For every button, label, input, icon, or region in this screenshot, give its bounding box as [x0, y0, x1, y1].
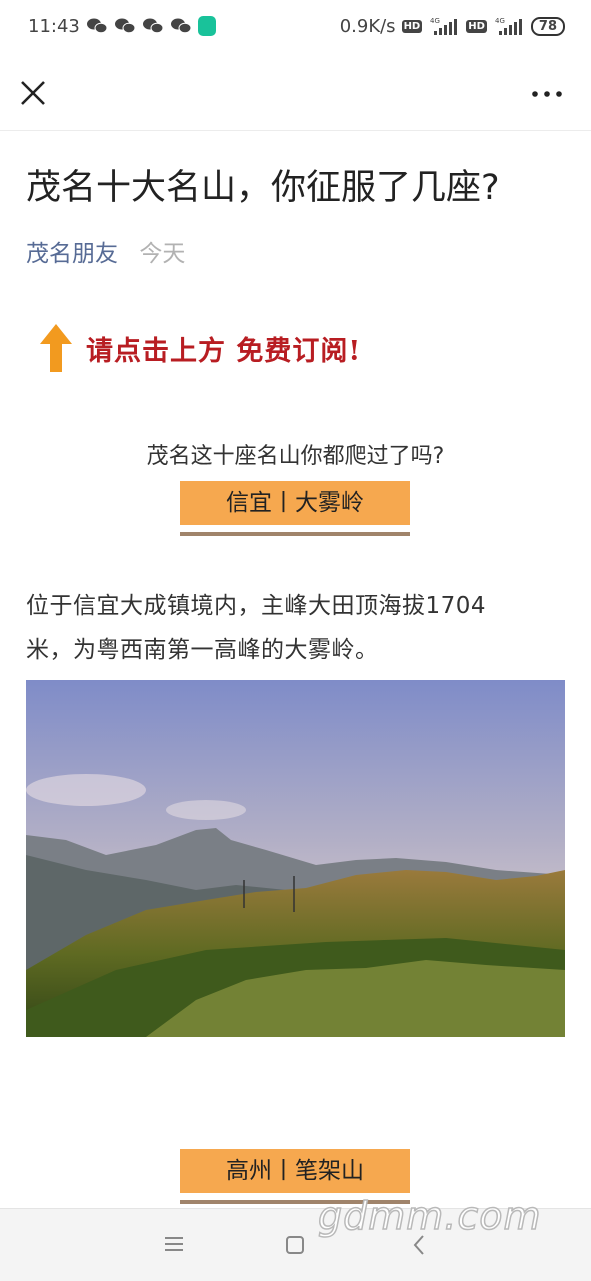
wechat-icon — [86, 18, 108, 34]
svg-text:4G: 4G — [495, 17, 505, 25]
wechat-icon — [142, 18, 164, 34]
status-bar: 11:43 0.9K/s HD 4G HD 4G 78 — [0, 0, 591, 52]
paragraph-line: 位于信宜大成镇境内，主峰大田顶海拔1704 — [26, 593, 487, 619]
author-link[interactable]: 茂名朋友 — [26, 241, 118, 267]
watermark: gdmm.com — [317, 1193, 542, 1239]
up-arrow-icon — [40, 324, 72, 372]
close-icon[interactable] — [16, 76, 50, 110]
signal-icon: 4G — [430, 17, 458, 35]
status-right: 0.9K/s HD 4G HD 4G 78 — [340, 16, 565, 37]
status-left: 11:43 — [28, 16, 216, 37]
menu-icon[interactable] — [163, 1235, 185, 1253]
svg-text:4G: 4G — [430, 17, 440, 25]
section-tag: 信宜丨大雾岭 — [180, 481, 410, 525]
intro-text: 茂名这十座名山你都爬过了吗? — [146, 444, 445, 469]
section-paragraph: 位于信宜大成镇境内，主峰大田顶海拔1704 米，为粤西南第一高峰的大雾岭。 — [26, 584, 571, 672]
hd-badge: HD — [401, 19, 423, 33]
section-tag: 高州丨笔架山 — [180, 1149, 410, 1193]
hd-badge: HD — [466, 19, 487, 33]
more-icon[interactable] — [529, 82, 565, 106]
publish-date: 今天 — [139, 241, 186, 267]
mountain-photo[interactable] — [26, 680, 565, 1037]
home-icon[interactable] — [285, 1235, 305, 1255]
subscribe-banner: 请点击上方 免费订阅! — [36, 322, 361, 374]
subscribe-text: 请点击上方 免费订阅! — [86, 335, 362, 367]
tag-underline — [180, 532, 410, 536]
top-bar — [0, 58, 591, 131]
article-title: 茂名十大名山，你征服了几座? — [26, 168, 500, 208]
battery-indicator: 78 — [530, 16, 565, 36]
signal-icon: 4G — [495, 17, 522, 35]
status-time: 11:43 — [28, 15, 80, 37]
wechat-icon — [114, 18, 136, 34]
net-speed: 0.9K/s — [339, 15, 396, 37]
paragraph-line: 米，为粤西南第一高峰的大雾岭。 — [26, 637, 379, 663]
wechat-icon — [170, 18, 192, 34]
article-meta: 茂名朋友 今天 — [26, 234, 185, 268]
app-icon — [197, 16, 216, 36]
